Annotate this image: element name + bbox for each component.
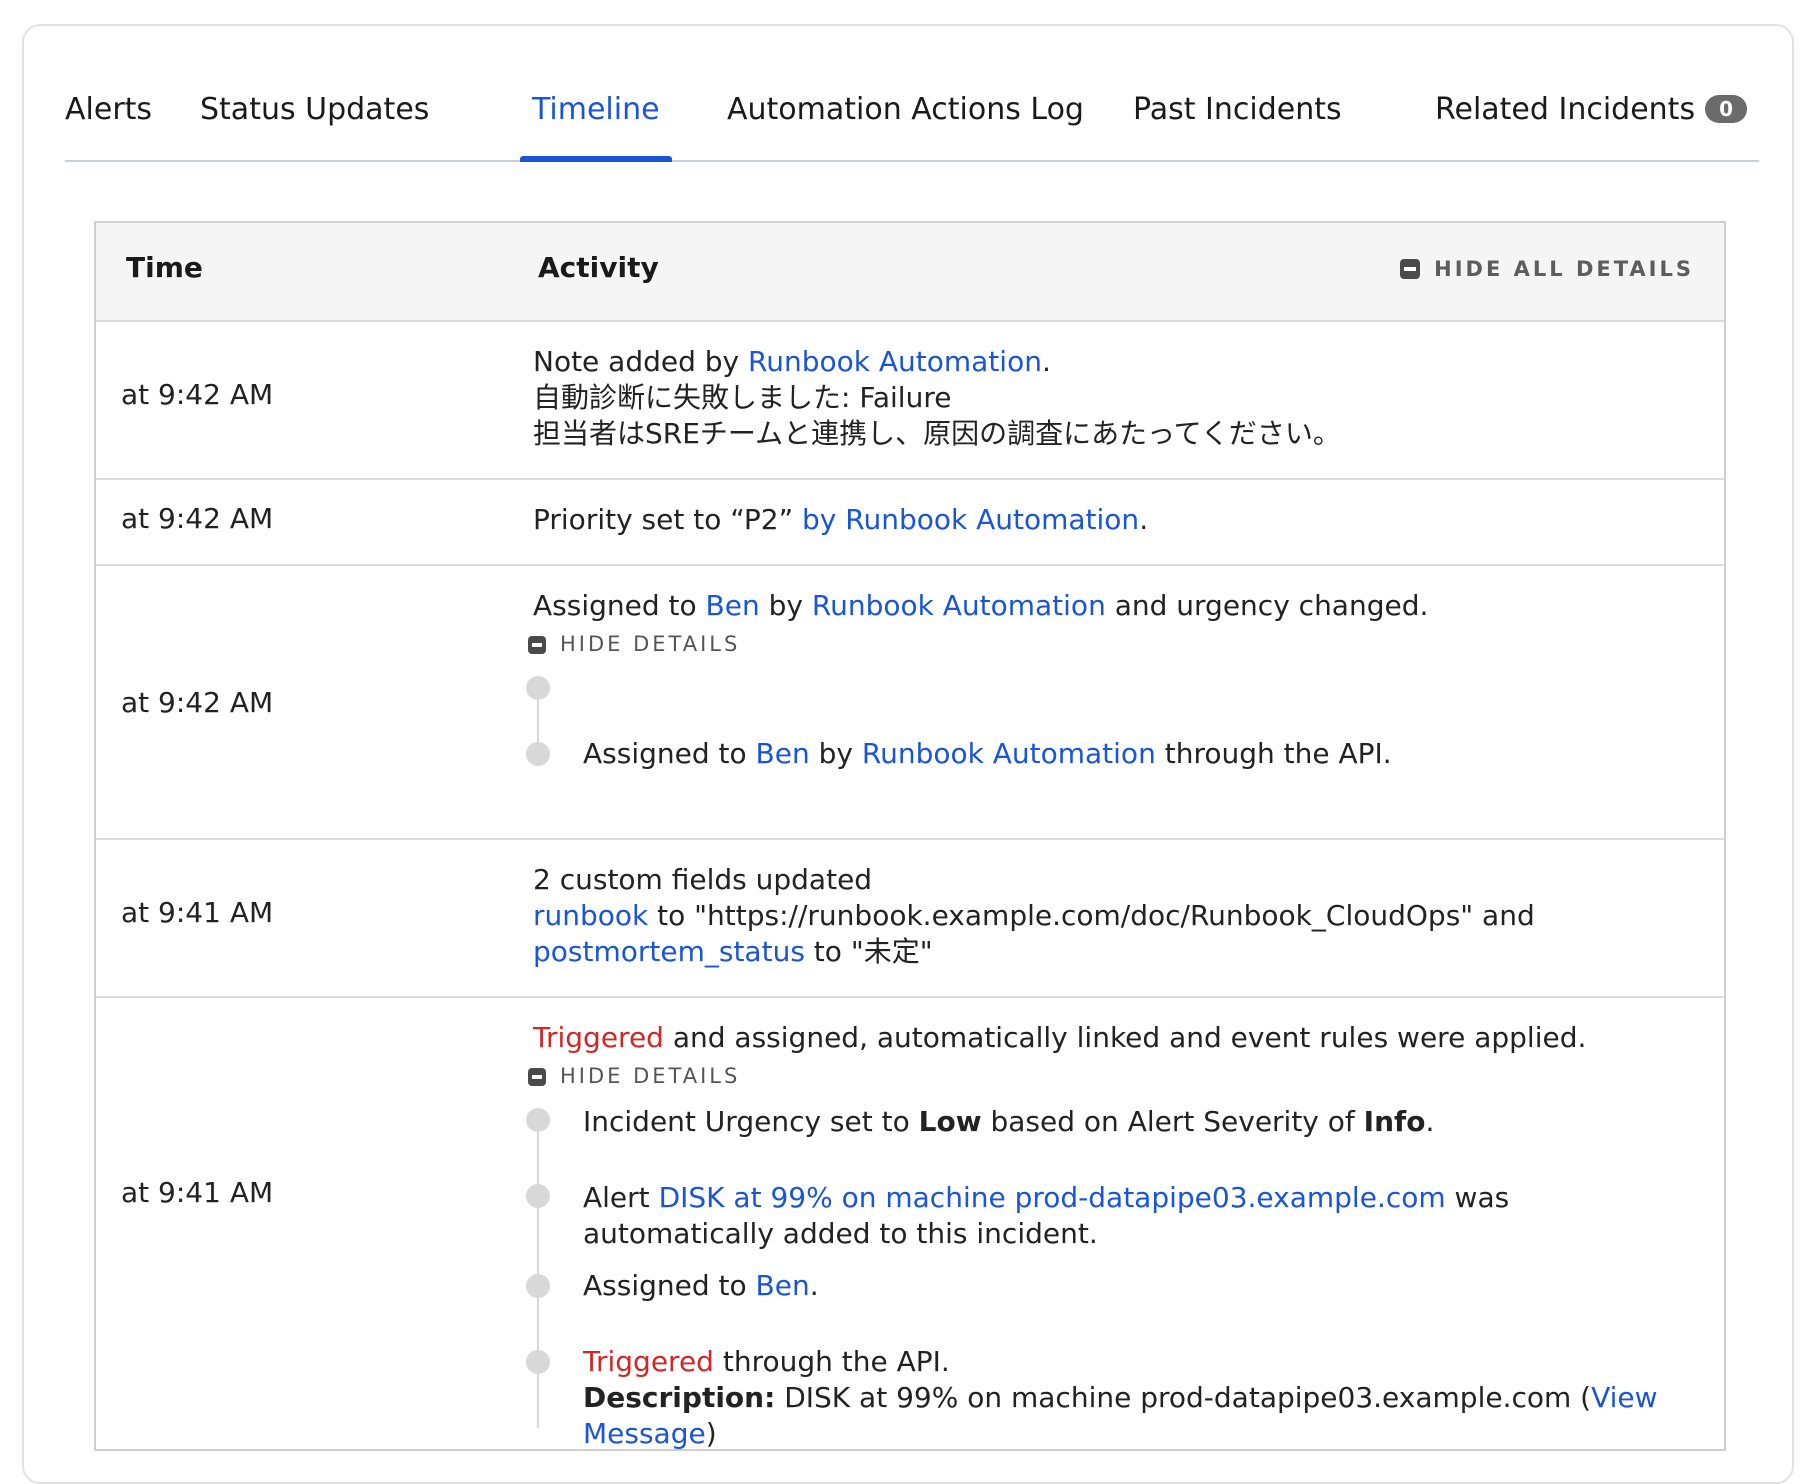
activity-text: and assigned, automatically linked and e… xyxy=(663,1021,1587,1054)
alert-link[interactable]: DISK at 99% on machine prod-datapipe03.e… xyxy=(659,1181,1446,1214)
table-row: at 9:41 AM 2 custom fields updated runbo… xyxy=(96,840,1724,998)
detail-item: Triggered through the API. Description: … xyxy=(583,1344,1714,1452)
detail-line: Triggered through the API. xyxy=(583,1344,1714,1380)
collapse-icon xyxy=(1400,259,1421,279)
tab-label: Status Updates xyxy=(200,92,430,127)
hide-details-button[interactable]: HIDE DETAILS xyxy=(528,632,740,656)
severity-value: Info xyxy=(1363,1105,1426,1138)
table-row: at 9:41 AM Triggered and assigned, autom… xyxy=(96,998,1724,1451)
note-text-line-2: 自動診断に失敗しました: Failure xyxy=(533,381,952,414)
detail-text: through the API. xyxy=(713,1345,950,1378)
table-row: at 9:42 AM Priority set to “P2” by Runbo… xyxy=(96,480,1724,566)
tab-automation-actions-log[interactable]: Automation Actions Log xyxy=(715,92,1096,160)
timeline-dot-icon xyxy=(526,1184,550,1208)
related-count-badge: 0 xyxy=(1705,95,1747,123)
tab-past-incidents[interactable]: Past Incidents xyxy=(1121,92,1354,160)
note-line: Note added by Runbook Automation. xyxy=(533,345,1051,378)
runbook-automation-link[interactable]: Runbook Automation xyxy=(862,737,1156,770)
row-time: at 9:41 AM xyxy=(121,896,274,929)
custom-field-line: runbook to "https://runbook.example.com/… xyxy=(533,898,1684,934)
detail-text: . xyxy=(809,1269,819,1302)
triggered-label: Triggered xyxy=(533,1021,664,1054)
row-activity: Priority set to “P2” by Runbook Automati… xyxy=(533,503,1149,536)
custom-field-line: postmortem_status to "未定" xyxy=(533,934,1684,970)
tab-related-incidents[interactable]: Related Incidents 0 xyxy=(1423,92,1759,160)
postmortem-status-field-link[interactable]: postmortem_status xyxy=(533,935,805,968)
description-label: Description: xyxy=(583,1381,776,1414)
timeline-dot-icon xyxy=(526,676,550,700)
row-activity: Assigned to Ben by Runbook Automation an… xyxy=(533,588,1684,624)
activity-text: by xyxy=(759,589,812,622)
row-activity: Note added by Runbook Automation. 自動診断に失… xyxy=(533,344,1684,452)
timeline-dot-icon xyxy=(526,1274,550,1298)
assignee-ben-link[interactable]: Ben xyxy=(756,1269,810,1302)
tab-label: Alerts xyxy=(65,92,153,127)
field-value: to "https://runbook.example.com/doc/Runb… xyxy=(648,899,1535,932)
tab-alerts[interactable]: Alerts xyxy=(53,92,164,160)
description-text: DISK at 99% on machine prod-datapipe03.e… xyxy=(775,1381,1592,1414)
table-header: Time Activity HIDE ALL DETAILS xyxy=(96,223,1724,322)
detail-item: Assigned to Ben. xyxy=(583,1268,1694,1304)
detail-item: Assigned to Ben by Runbook Automation th… xyxy=(583,736,1694,772)
row-activity: 2 custom fields updated runbook to "http… xyxy=(533,862,1684,970)
row-time: at 9:42 AM xyxy=(121,686,274,719)
detail-item: Incident Urgency set to Low based on Ale… xyxy=(583,1104,1694,1140)
detail-text: Assigned to xyxy=(583,737,756,770)
tab-bar: Alerts Status Updates Timeline Automatio… xyxy=(65,80,1759,162)
detail-text: . xyxy=(1425,1105,1435,1138)
field-value: to "未定" xyxy=(804,935,933,968)
custom-fields-summary: 2 custom fields updated xyxy=(533,863,873,896)
table-row: at 9:42 AM Note added by Runbook Automat… xyxy=(96,322,1724,480)
timeline-dot-icon xyxy=(526,742,550,766)
assignee-ben-link[interactable]: Ben xyxy=(756,737,810,770)
urgency-value: Low xyxy=(918,1105,982,1138)
collapse-icon xyxy=(528,1068,546,1086)
detail-text: Incident Urgency set to xyxy=(583,1105,919,1138)
tab-label: Past Incidents xyxy=(1133,92,1342,127)
hide-all-details-button[interactable]: HIDE ALL DETAILS xyxy=(1400,257,1694,281)
note-text-line-3: 担当者はSREチームと連携し、原因の調査にあたってください。 xyxy=(533,417,1341,450)
priority-text: Priority set to “P2” xyxy=(533,503,803,536)
hide-all-details-label: HIDE ALL DETAILS xyxy=(1434,257,1694,281)
tab-label: Timeline xyxy=(532,92,660,127)
table-row: at 9:42 AM Assigned to Ben by Runbook Au… xyxy=(96,566,1724,840)
detail-text: through the API. xyxy=(1155,737,1392,770)
tab-timeline[interactable]: Timeline xyxy=(520,92,672,162)
hide-details-button[interactable]: HIDE DETAILS xyxy=(528,1064,740,1088)
column-header-activity: Activity xyxy=(538,251,659,284)
runbook-automation-link[interactable]: Runbook Automation xyxy=(748,345,1042,378)
tab-status-updates[interactable]: Status Updates xyxy=(188,92,441,160)
detail-text: ) xyxy=(705,1417,717,1450)
detail-text: Assigned to xyxy=(583,1269,756,1302)
assignee-ben-link[interactable]: Ben xyxy=(706,589,760,622)
runbook-automation-link[interactable]: by Runbook Automation xyxy=(802,503,1139,536)
triggered-label: Triggered xyxy=(583,1345,714,1378)
detail-text: by xyxy=(809,737,862,770)
description-line: Description: DISK at 99% on machine prod… xyxy=(583,1380,1714,1452)
timeline-table: Time Activity HIDE ALL DETAILS at 9:42 A… xyxy=(94,221,1726,1451)
tab-label: Automation Actions Log xyxy=(727,92,1084,127)
tab-label: Related Incidents xyxy=(1435,92,1696,127)
activity-text: Assigned to xyxy=(533,589,706,622)
hide-details-label: HIDE DETAILS xyxy=(560,1064,741,1088)
row-time: at 9:41 AM xyxy=(121,1176,274,1209)
column-header-time: Time xyxy=(126,251,203,284)
timeline-dot-icon xyxy=(526,1108,550,1132)
row-activity: Triggered and assigned, automatically li… xyxy=(533,1020,1684,1056)
timeline-dot-icon xyxy=(526,1350,550,1374)
detail-item: Alert DISK at 99% on machine prod-datapi… xyxy=(583,1180,1664,1252)
collapse-icon xyxy=(528,636,546,654)
activity-text: and urgency changed. xyxy=(1105,589,1429,622)
detail-text: based on Alert Severity of xyxy=(981,1105,1364,1138)
row-time: at 9:42 AM xyxy=(121,378,274,411)
runbook-field-link[interactable]: runbook xyxy=(533,899,648,932)
detail-text: Alert xyxy=(583,1181,659,1214)
hide-details-label: HIDE DETAILS xyxy=(560,632,741,656)
note-prefix: Note added by xyxy=(533,345,749,378)
row-time: at 9:42 AM xyxy=(121,502,274,535)
runbook-automation-link[interactable]: Runbook Automation xyxy=(812,589,1106,622)
